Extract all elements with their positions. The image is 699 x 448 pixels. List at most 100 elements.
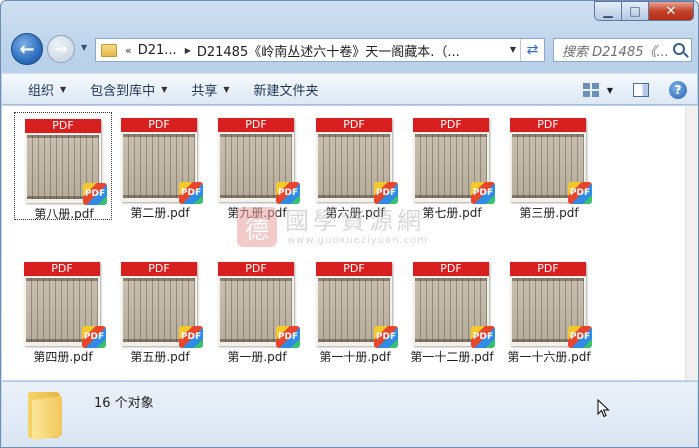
toolbar-right: ▼ ? xyxy=(582,74,697,106)
address-bar[interactable]: « D21... ▶ D21485《岭南丛述六十卷》天一阁藏本.（... ▼ ⇄ xyxy=(95,38,545,62)
chevron-down-icon: ▼ xyxy=(161,84,168,94)
pdf-app-icon: PDF xyxy=(568,326,592,348)
pdf-app-icon: PDF xyxy=(83,183,107,205)
back-arrow-icon: ← xyxy=(19,38,35,60)
pdf-banner: PDF xyxy=(218,118,294,132)
forward-button[interactable]: → xyxy=(47,35,75,63)
minimize-icon: ▁ xyxy=(603,4,613,18)
change-view-icon[interactable] xyxy=(582,83,599,97)
file-item[interactable]: PDF PDF 第七册.pdf xyxy=(403,112,501,220)
folder-icon xyxy=(28,392,72,441)
close-button[interactable]: ✕ xyxy=(648,1,694,21)
pdf-thumbnail: PDF PDF xyxy=(121,262,203,348)
file-item[interactable]: PDF PDF 第四册.pdf xyxy=(14,256,112,364)
file-name: 第一册.pdf xyxy=(227,350,287,364)
folder-icon xyxy=(101,43,117,57)
pdf-app-icon: PDF xyxy=(179,326,203,348)
pdf-app-icon: PDF xyxy=(82,326,106,348)
file-item[interactable]: PDF PDF 第一十六册.pdf xyxy=(500,256,598,364)
organize-label: 组织 xyxy=(28,83,55,99)
file-item[interactable]: PDF PDF 第八册.pdf xyxy=(14,112,112,221)
pdf-thumbnail: PDF PDF xyxy=(316,262,398,348)
object-count: 16 个对象 xyxy=(94,396,154,411)
command-toolbar: 组织 ▼ 包含到库中 ▼ 共享 ▼ 新建文件夹 ▼ ? xyxy=(2,73,697,105)
share-label: 共享 xyxy=(191,83,218,99)
breadcrumb-current[interactable]: D21485《岭南丛述六十卷》天一阁藏本.（... xyxy=(197,41,460,60)
pdf-thumbnail: PDF PDF xyxy=(24,262,106,348)
pdf-app-icon: PDF xyxy=(471,182,495,204)
details-pane: 16 个对象 xyxy=(2,381,697,447)
file-item[interactable]: PDF PDF 第三册.pdf xyxy=(500,112,598,220)
navigation-bar: ← → ▼ « D21... ▶ D21485《岭南丛述六十卷》天一阁藏本.（.… xyxy=(1,31,699,69)
pdf-banner: PDF xyxy=(121,118,197,132)
explorer-window: ▁ □ ✕ ← → ▼ « D21... ▶ D21485《岭南丛述六十卷》天一… xyxy=(0,0,699,448)
recent-pages-dropdown-icon[interactable]: ▼ xyxy=(81,43,87,52)
pdf-app-icon: PDF xyxy=(568,182,592,204)
minimize-button[interactable]: ▁ xyxy=(594,1,621,21)
pdf-banner: PDF xyxy=(316,262,392,276)
file-item[interactable]: PDF PDF 第一十二册.pdf xyxy=(403,256,501,364)
file-name: 第三册.pdf xyxy=(519,206,579,220)
chevron-down-icon: ▼ xyxy=(223,84,230,94)
pdf-banner: PDF xyxy=(510,118,586,132)
back-button[interactable]: ← xyxy=(11,33,43,65)
pdf-thumbnail: PDF PDF xyxy=(218,262,300,348)
new-folder-button[interactable]: 新建文件夹 xyxy=(254,80,319,99)
pdf-thumbnail: PDF PDF xyxy=(510,262,592,348)
close-icon: ✕ xyxy=(665,3,677,19)
pdf-banner: PDF xyxy=(316,118,392,132)
search-box[interactable]: 搜索 D21485《... xyxy=(553,38,692,62)
pdf-app-icon: PDF xyxy=(276,182,300,204)
pdf-thumbnail: PDF PDF xyxy=(510,118,592,204)
file-item[interactable]: PDF PDF 第二册.pdf xyxy=(111,112,209,220)
refresh-button[interactable]: ⇄ xyxy=(520,39,544,61)
pdf-app-icon: PDF xyxy=(276,326,300,348)
pdf-thumbnail: PDF PDF xyxy=(218,118,300,204)
chevron-down-icon: ▼ xyxy=(60,84,67,94)
pdf-app-icon: PDF xyxy=(179,182,203,204)
pdf-app-icon: PDF xyxy=(374,182,398,204)
file-name: 第九册.pdf xyxy=(227,206,287,220)
address-overflow-chevron[interactable]: « xyxy=(125,44,132,57)
file-item[interactable]: PDF PDF 第六册.pdf xyxy=(306,112,404,220)
pdf-banner: PDF xyxy=(510,262,586,276)
file-item[interactable]: PDF PDF 第九册.pdf xyxy=(208,112,306,220)
pdf-banner: PDF xyxy=(413,262,489,276)
pdf-banner: PDF xyxy=(413,118,489,132)
pdf-thumbnail: PDF PDF xyxy=(25,119,107,205)
pdf-thumbnail: PDF PDF xyxy=(413,262,495,348)
pdf-banner: PDF xyxy=(218,262,294,276)
breadcrumb-separator-icon[interactable]: ▶ xyxy=(185,46,191,55)
pdf-banner: PDF xyxy=(25,119,101,133)
caption-buttons: ▁ □ ✕ xyxy=(594,1,694,21)
include-in-library-menu[interactable]: 包含到库中 ▼ xyxy=(90,80,167,99)
address-dropdown-icon[interactable]: ▼ xyxy=(510,45,516,54)
share-menu[interactable]: 共享 ▼ xyxy=(191,80,229,99)
maximize-button[interactable]: □ xyxy=(621,1,648,21)
refresh-icon: ⇄ xyxy=(526,42,539,58)
file-item[interactable]: PDF PDF 第一册.pdf xyxy=(208,256,306,364)
new-folder-label: 新建文件夹 xyxy=(253,83,319,99)
vertical-scrollbar[interactable] xyxy=(685,106,698,380)
search-icon[interactable] xyxy=(673,43,685,55)
pdf-thumbnail: PDF PDF xyxy=(413,118,495,204)
pdf-banner: PDF xyxy=(121,262,197,276)
include-in-library-label: 包含到库中 xyxy=(90,83,156,99)
organize-menu[interactable]: 组织 ▼ xyxy=(28,80,66,99)
view-options-dropdown-icon[interactable]: ▼ xyxy=(607,86,613,95)
file-name: 第一十六册.pdf xyxy=(507,350,591,364)
pdf-banner: PDF xyxy=(24,262,100,276)
file-item[interactable]: PDF PDF 第五册.pdf xyxy=(111,256,209,364)
mouse-cursor-icon xyxy=(597,399,610,418)
forward-arrow-icon: → xyxy=(54,40,68,58)
pdf-app-icon: PDF xyxy=(374,326,398,348)
pdf-app-icon: PDF xyxy=(471,326,495,348)
help-icon[interactable]: ? xyxy=(669,81,687,99)
breadcrumb-parent[interactable]: D21... xyxy=(138,43,177,58)
file-item[interactable]: PDF PDF 第一十册.pdf xyxy=(306,256,404,364)
pdf-thumbnail: PDF PDF xyxy=(316,118,398,204)
file-list: PDF PDF 第八册.pdf PDF PDF 第二册.pdf PDF PDF 第九册.pdf P… xyxy=(2,106,685,380)
search-input[interactable]: 搜索 D21485《... xyxy=(562,41,670,60)
maximize-icon: □ xyxy=(629,4,641,18)
preview-pane-icon[interactable] xyxy=(633,83,649,97)
